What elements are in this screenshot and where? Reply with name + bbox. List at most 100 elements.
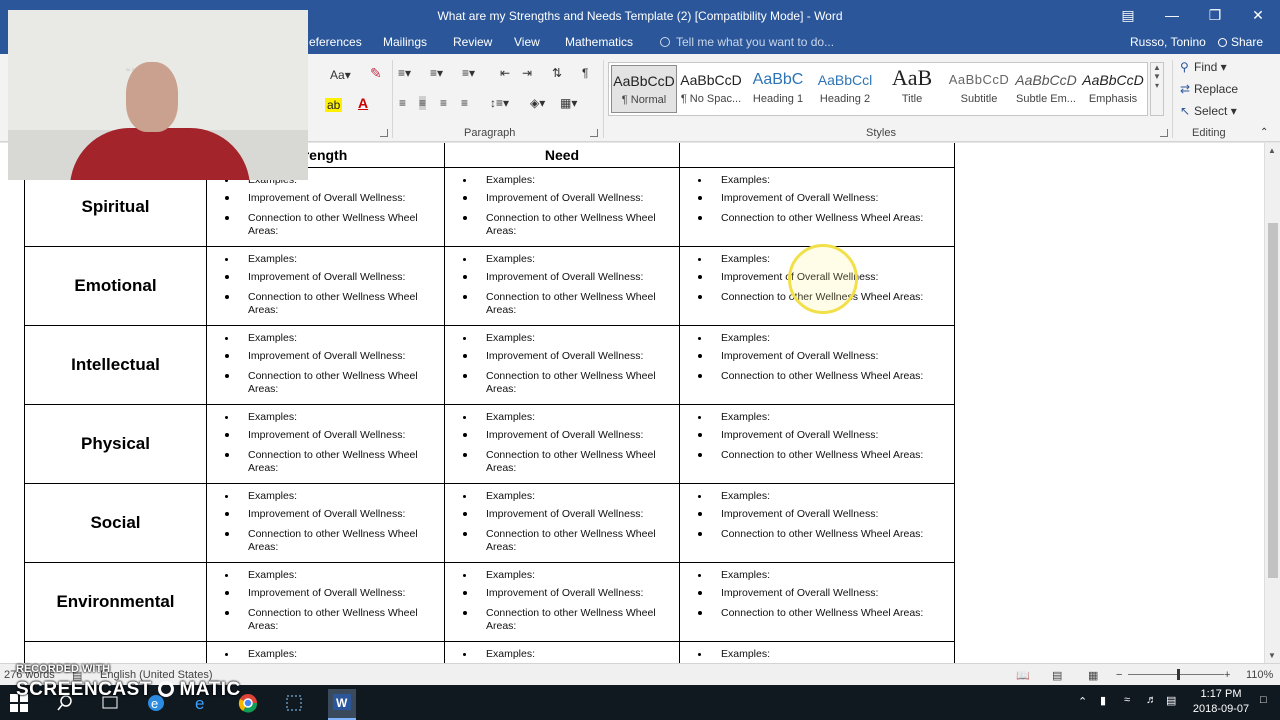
- show-formatting-marks-icon[interactable]: ¶: [582, 66, 588, 80]
- table-cell[interactable]: Examples:Improvement of Overall Wellness…: [444, 167, 680, 247]
- justify-icon[interactable]: ≡: [461, 96, 468, 110]
- bullets-icon[interactable]: ≡▾: [398, 66, 411, 80]
- table-cell[interactable]: Examples:Improvement of Overall Wellness…: [206, 325, 445, 405]
- zoom-in-icon[interactable]: +: [1224, 669, 1230, 681]
- clock[interactable]: 1:17 PM 2018-09-07: [1192, 688, 1250, 715]
- font-color-icon[interactable]: A: [358, 96, 368, 110]
- restore-button[interactable]: ❐: [1193, 0, 1237, 32]
- user-name[interactable]: Russo, Tonino: [1130, 35, 1206, 49]
- change-case-button[interactable]: Aa▾: [330, 68, 351, 82]
- tab-view[interactable]: View: [514, 35, 540, 49]
- tab-mailings[interactable]: Mailings: [383, 35, 427, 49]
- decrease-indent-icon[interactable]: ⇤: [500, 66, 510, 80]
- share-button[interactable]: Share: [1218, 35, 1263, 49]
- styles-gallery-scroll[interactable]: ▲ ▼ ▾: [1150, 62, 1164, 116]
- lightbulb-icon: [660, 37, 670, 47]
- scroll-thumb[interactable]: [1268, 223, 1278, 578]
- vertical-scrollbar[interactable]: ▲ ▼: [1264, 143, 1280, 663]
- search-icon: ⚲: [1180, 60, 1189, 74]
- table-cell[interactable]: Examples:Improvement of Overall Wellness…: [444, 562, 680, 642]
- borders-icon[interactable]: ▦▾: [560, 96, 577, 110]
- clear-formatting-icon[interactable]: ✎: [370, 66, 382, 80]
- tab-mathematics[interactable]: Mathematics: [565, 35, 633, 49]
- minimize-button[interactable]: —: [1150, 0, 1194, 32]
- style-subtle-emphasis[interactable]: AaBbCcD Subtle Em...: [1013, 65, 1079, 113]
- replace-button[interactable]: ⇄ Replace: [1180, 82, 1238, 96]
- styles-dialog-launcher-icon[interactable]: [1160, 129, 1168, 137]
- style-no-spacing[interactable]: AaBbCcD ¶ No Spac...: [678, 65, 744, 113]
- table-cell[interactable]: Examples:Improvement of Overall Wellness…: [206, 246, 445, 326]
- zoom-level[interactable]: 110%: [1246, 669, 1273, 681]
- ribbon-display-options-icon[interactable]: ▤: [1106, 0, 1150, 32]
- wifi-icon[interactable]: ≈: [1124, 694, 1130, 706]
- read-mode-icon[interactable]: 📖: [1016, 669, 1030, 682]
- category-cell[interactable]: Physical: [24, 404, 207, 484]
- style-emphasis[interactable]: AaBbCcD Emphasis: [1080, 65, 1146, 113]
- keyboard-icon[interactable]: ▤: [1166, 694, 1176, 707]
- table-cell[interactable]: Examples:Improvement of Overall Wellness…: [206, 641, 445, 663]
- shading-icon[interactable]: ◈▾: [530, 96, 545, 110]
- category-cell[interactable]: Environmental: [24, 562, 207, 642]
- paragraph-dialog-launcher-icon[interactable]: [590, 129, 598, 137]
- header-extra[interactable]: [679, 143, 955, 168]
- table-cell[interactable]: Examples:Improvement of Overall Wellness…: [444, 404, 680, 484]
- word-taskbar-icon[interactable]: W: [328, 689, 356, 720]
- zoom-out-icon[interactable]: −: [1116, 669, 1122, 681]
- sort-icon[interactable]: ⇅: [552, 66, 562, 80]
- collapse-ribbon-icon[interactable]: ⌃: [1260, 126, 1268, 140]
- zoom-slider-knob[interactable]: [1177, 669, 1180, 680]
- style-heading-2[interactable]: AaBbCcl Heading 2: [812, 65, 878, 113]
- chrome-icon[interactable]: [238, 693, 260, 713]
- align-right-icon[interactable]: ≡: [440, 96, 447, 110]
- multilevel-list-icon[interactable]: ≡▾: [462, 66, 475, 80]
- find-button[interactable]: ⚲ Find ▾: [1180, 60, 1227, 74]
- table-cell[interactable]: Examples:Improvement of Overall Wellness…: [444, 246, 680, 326]
- header-need[interactable]: Need: [444, 143, 680, 168]
- tell-me-box[interactable]: Tell me what you want to do...: [660, 35, 834, 49]
- web-layout-icon[interactable]: ▦: [1088, 669, 1098, 682]
- category-cell[interactable]: [24, 641, 207, 663]
- style-normal[interactable]: AaBbCcD ¶ Normal: [611, 65, 677, 113]
- scroll-down-icon[interactable]: ▼: [1268, 651, 1276, 660]
- battery-icon[interactable]: ▮: [1100, 694, 1106, 707]
- table-cell[interactable]: Examples:Improvement of Overall Wellness…: [444, 483, 680, 563]
- align-center-icon[interactable]: ≡: [419, 96, 427, 110]
- volume-icon[interactable]: ♬: [1146, 694, 1157, 706]
- increase-indent-icon[interactable]: ⇥: [522, 66, 532, 80]
- find-label: Find: [1194, 60, 1218, 74]
- style-title[interactable]: AaB Title: [879, 65, 945, 113]
- line-spacing-icon[interactable]: ↕≡▾: [490, 96, 509, 110]
- category-cell[interactable]: Intellectual: [24, 325, 207, 405]
- table-cell[interactable]: Examples:Improvement of Overall Wellness…: [206, 562, 445, 642]
- category-cell[interactable]: Social: [24, 483, 207, 563]
- select-button[interactable]: ↖ Select ▾: [1180, 104, 1237, 118]
- tab-review[interactable]: Review: [453, 35, 492, 49]
- snipping-tool-icon[interactable]: [284, 693, 306, 713]
- tab-references[interactable]: eferences: [309, 35, 362, 49]
- table-cell[interactable]: Examples:Improvement of Overall Wellness…: [679, 483, 955, 563]
- table-cell[interactable]: Examples:Improvement of Overall Wellness…: [444, 325, 680, 405]
- list-item: Examples:: [207, 411, 444, 424]
- table-cell[interactable]: Examples:Improvement of Overall Wellness…: [679, 641, 955, 663]
- table-cell[interactable]: Examples:Improvement of Overall Wellness…: [206, 404, 445, 484]
- table-cell[interactable]: Examples:Improvement of Overall Wellness…: [679, 325, 955, 405]
- numbering-icon[interactable]: ≡▾: [430, 66, 443, 80]
- table-cell[interactable]: Examples:Improvement of Overall Wellness…: [444, 641, 680, 663]
- close-button[interactable]: ✕: [1236, 0, 1280, 32]
- table-cell[interactable]: Examples:Improvement of Overall Wellness…: [679, 404, 955, 484]
- table-cell[interactable]: Examples:Improvement of Overall Wellness…: [679, 562, 955, 642]
- show-hidden-icons-icon[interactable]: ⌃: [1078, 695, 1087, 708]
- zoom-slider[interactable]: [1128, 674, 1224, 675]
- highlight-color-icon[interactable]: ab: [325, 98, 343, 112]
- table-cell[interactable]: Examples:Improvement of Overall Wellness…: [206, 483, 445, 563]
- notifications-icon[interactable]: □: [1260, 694, 1267, 706]
- style-heading-1[interactable]: AaBbC Heading 1: [745, 65, 811, 113]
- align-left-icon[interactable]: ≡: [399, 96, 406, 110]
- print-layout-icon[interactable]: ▤: [1052, 669, 1062, 682]
- table-cell[interactable]: Examples:Improvement of Overall Wellness…: [679, 167, 955, 247]
- scroll-up-icon[interactable]: ▲: [1268, 146, 1276, 155]
- category-cell[interactable]: Emotional: [24, 246, 207, 326]
- style-subtitle[interactable]: AaBbCcD Subtitle: [946, 65, 1012, 113]
- document-page[interactable]: rength Need Spiritual Examples: Improveme…: [0, 143, 1264, 663]
- font-dialog-launcher-icon[interactable]: [380, 129, 388, 137]
